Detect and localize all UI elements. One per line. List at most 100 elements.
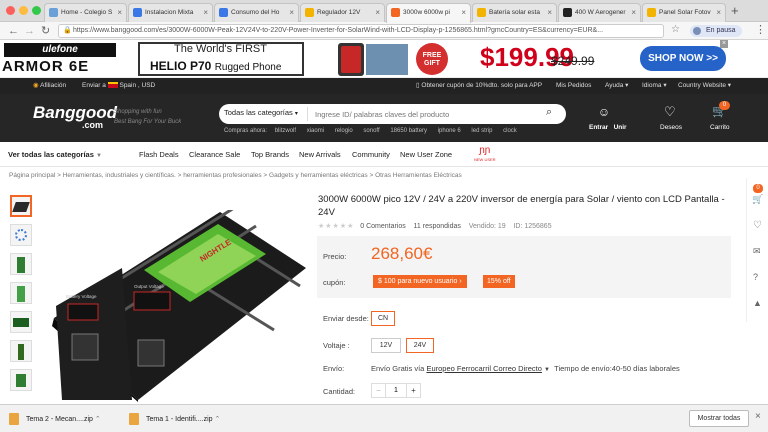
breadcrumb-item[interactable]: herramientas profesionales <box>183 172 261 179</box>
profile-pause-button[interactable]: En pausa <box>690 25 742 37</box>
chevron-up-icon[interactable]: ⌃ <box>214 416 220 423</box>
popular-search-link[interactable]: 18650 battery <box>390 128 427 134</box>
new-user-coupon-badge[interactable]: $ 100 para nuevo usuario › <box>373 275 467 288</box>
voltage-option-24v[interactable]: 24V <box>406 338 434 353</box>
ad-shop-now-button[interactable]: SHOP NOW >> <box>640 46 726 71</box>
rail-chat-icon[interactable]: ✉ <box>753 246 761 257</box>
close-download-bar-icon[interactable]: × <box>755 411 761 422</box>
breadcrumb-item[interactable]: Gadgets y herramientas eléctricas <box>269 172 368 179</box>
menu-dots-icon[interactable]: ⋮ <box>755 23 766 36</box>
browser-tab[interactable]: Consumo del Ho × <box>214 3 299 22</box>
product-thumbnail[interactable] <box>10 369 32 391</box>
cart-label[interactable]: Carrito <box>710 124 730 131</box>
close-tab-icon[interactable]: × <box>631 4 636 21</box>
quantity-increase-button[interactable]: + <box>406 384 420 397</box>
shipping-method-link[interactable]: Europeo Ferrocarril Correo Directo <box>426 364 541 373</box>
rail-cart-icon[interactable]: 🛒 <box>752 194 763 205</box>
comments-link[interactable]: 0 Comentarios <box>360 223 406 230</box>
nav-clearance-sale[interactable]: Clearance Sale <box>189 143 240 167</box>
popular-search-link[interactable]: blitzwolf <box>275 128 296 134</box>
search-icon[interactable]: ⌕ <box>546 106 552 119</box>
popular-search-link[interactable]: sonoff <box>363 128 379 134</box>
product-thumbnail[interactable] <box>10 224 32 246</box>
help-menu[interactable]: Ayuda ▾ <box>605 78 628 94</box>
close-tab-icon[interactable]: × <box>547 4 552 21</box>
ship-from-option-cn[interactable]: CN <box>371 311 395 326</box>
show-all-downloads-button[interactable]: Mostrar todas <box>689 410 749 427</box>
banggood-logo[interactable]: Banggood <box>33 103 117 123</box>
popular-search-link[interactable]: relogio <box>335 128 353 134</box>
product-thumbnail[interactable] <box>10 282 32 304</box>
rail-help-icon[interactable]: ? <box>753 272 758 282</box>
answered-link[interactable]: 11 respondidas <box>414 223 461 230</box>
download-item[interactable]: Tema 1 - Identifi....zip ⌃ <box>126 411 238 428</box>
all-categories-menu[interactable]: Ver todas las categorías ▼ <box>8 143 102 168</box>
product-thumbnail[interactable] <box>10 311 32 333</box>
browser-tab[interactable]: 400 W Aerogener × <box>558 3 641 22</box>
browser-tab[interactable]: Panel Solar Fotov × <box>642 3 726 22</box>
breadcrumb-item[interactable]: Página principal <box>9 172 55 179</box>
search-input[interactable] <box>315 107 535 121</box>
breadcrumb-item[interactable]: Otras Herramientas Eléctricas <box>375 172 462 179</box>
ship-to-selector[interactable]: Enviar a Spain , USD <box>82 78 155 94</box>
nav-top-brands[interactable]: Top Brands <box>251 143 289 167</box>
country-website-menu[interactable]: Country Website ▾ <box>678 78 731 94</box>
rail-heart-icon[interactable]: ♡ <box>753 220 762 231</box>
download-item[interactable]: Tema 2 - Mecan....zip ⌃ <box>6 411 118 428</box>
app-coupon-link[interactable]: ▯ Obtener cupón de 10%dto. solo para APP <box>416 78 542 94</box>
minimize-window-icon[interactable] <box>19 6 28 15</box>
discount-badge[interactable]: 15% off <box>483 275 515 288</box>
rail-top-icon[interactable]: ▲ <box>753 298 762 308</box>
close-window-icon[interactable] <box>6 6 15 15</box>
browser-tab[interactable]: Home - Colegio S × <box>44 3 127 22</box>
ad-banner[interactable]: ulefone ARMOR 6E The World's FIRST HELIO… <box>0 40 768 78</box>
wishlist-heart-icon[interactable]: ♡ <box>664 104 676 120</box>
browser-tab[interactable]: Regulador 12V × <box>300 3 385 22</box>
close-tab-icon[interactable]: × <box>289 4 294 21</box>
popular-search-link[interactable]: clock <box>503 128 517 134</box>
product-thumbnail[interactable] <box>10 340 32 362</box>
signin-link[interactable]: Entrar <box>589 124 608 131</box>
nav-new-user-zone[interactable]: New User Zone <box>400 143 452 167</box>
join-link[interactable]: Unir <box>614 124 627 131</box>
zoom-window-icon[interactable] <box>32 6 41 15</box>
chevron-up-icon[interactable]: ⌃ <box>95 416 101 423</box>
breadcrumb-item[interactable]: Herramientas, industriales y científicas… <box>63 172 176 179</box>
ad-close-icon[interactable]: × <box>720 40 728 48</box>
browser-tab[interactable]: Batería solar esta × <box>472 3 557 22</box>
voltage-option-12v[interactable]: 12V <box>371 338 401 353</box>
new-user-badge[interactable]: ɲɲ NEW USER <box>474 146 496 164</box>
close-tab-icon[interactable]: × <box>461 4 466 21</box>
popular-search-link[interactable]: iphone 6 <box>438 128 461 134</box>
nav-community[interactable]: Community <box>352 143 390 167</box>
back-icon[interactable]: ← <box>8 24 19 38</box>
price-box: Precio: 268,60€ cupón: $ 100 para nuevo … <box>317 236 731 298</box>
reload-icon[interactable]: ↻ <box>41 24 50 38</box>
new-tab-icon[interactable]: + <box>731 3 739 18</box>
top-affiliate-link[interactable]: ◉ Afiliación <box>33 78 66 94</box>
close-tab-icon[interactable]: × <box>203 4 208 21</box>
browser-tab-active[interactable]: 3000w 6000w pi × <box>386 3 471 23</box>
product-thumbnail[interactable] <box>10 253 32 275</box>
quantity-decrease-button[interactable]: − <box>372 384 386 397</box>
my-orders-link[interactable]: Mis Pedidos <box>556 78 591 94</box>
bookmark-star-icon[interactable]: ☆ <box>671 24 680 35</box>
close-tab-icon[interactable]: × <box>716 4 721 21</box>
product-thumbnail-selected[interactable] <box>10 195 32 217</box>
popular-search-link[interactable]: led strip <box>471 128 492 134</box>
nav-flash-deals[interactable]: Flash Deals <box>139 143 179 167</box>
wishlist-label[interactable]: Deseos <box>660 124 682 131</box>
product-main-image[interactable]: NIGHTLE Battery Voltage Output Voltage <box>34 210 310 402</box>
language-menu[interactable]: Idioma ▾ <box>642 78 667 94</box>
category-select[interactable]: Todas las categorías ▾ <box>224 108 298 117</box>
close-tab-icon[interactable]: × <box>117 4 122 21</box>
popular-search-link[interactable]: xiaomi <box>307 128 324 134</box>
quantity-input[interactable] <box>386 384 406 397</box>
forward-icon[interactable]: → <box>24 24 35 38</box>
address-bar[interactable]: 🔒 https://www.banggood.com/es/3000W-6000… <box>58 24 664 38</box>
close-tab-icon[interactable]: × <box>375 4 380 21</box>
user-icon[interactable]: ☺ <box>597 105 611 119</box>
browser-tab[interactable]: Instalacion Mixta × <box>128 3 213 22</box>
nav-new-arrivals[interactable]: New Arrivals <box>299 143 341 167</box>
chevron-down-icon[interactable]: ▼ <box>544 367 550 373</box>
